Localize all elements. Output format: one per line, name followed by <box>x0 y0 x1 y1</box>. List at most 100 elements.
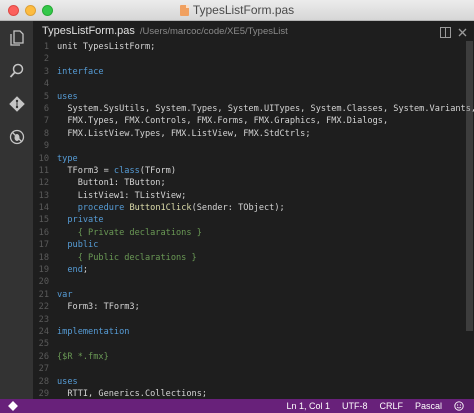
code-line[interactable]: 3 interface <box>33 66 474 78</box>
explorer-button[interactable] <box>0 21 33 54</box>
line-number: 11 <box>38 165 49 176</box>
activity-bar <box>0 21 33 399</box>
line-text: interface <box>57 66 104 78</box>
code-line[interactable]: 27 <box>33 363 474 375</box>
code-token: var <box>57 289 73 300</box>
window-title: TypesListForm.pas <box>192 3 295 17</box>
code-token: { Private declarations } <box>57 227 202 238</box>
code-token: FMX.Types, FMX.Controls, FMX.Forms, FMX.… <box>57 116 389 127</box>
code-line[interactable]: 5 uses <box>33 91 474 103</box>
editor-file-path: /Users/marcoc/code/XE5/TypesList <box>139 25 288 37</box>
code-line[interactable]: 23 <box>33 314 474 326</box>
code-line[interactable]: 20 <box>33 276 474 288</box>
line-number: 27 <box>38 364 49 375</box>
line-number: 13 <box>38 190 49 201</box>
line-ending[interactable]: CRLF <box>379 401 403 411</box>
code-line[interactable]: 16 { Private declarations } <box>33 227 474 239</box>
scrollbar-thumb[interactable] <box>466 41 473 331</box>
cursor-position[interactable]: Ln 1, Col 1 <box>286 401 330 411</box>
code-line[interactable]: 8 FMX.ListView.Types, FMX.ListView, FMX.… <box>33 128 474 140</box>
code-line[interactable]: 9 <box>33 140 474 152</box>
line-text: {$R *.fmx} <box>57 351 109 363</box>
code-line[interactable]: 19 end; <box>33 264 474 276</box>
editor-scrollbar[interactable] <box>465 41 474 399</box>
split-editor-icon[interactable] <box>440 25 451 38</box>
line-number: 10 <box>38 153 49 164</box>
code-line[interactable]: 21 var <box>33 289 474 301</box>
code-line[interactable]: 28 uses <box>33 376 474 388</box>
search-button[interactable] <box>0 54 33 87</box>
line-number: 29 <box>38 388 49 399</box>
code-line[interactable]: 29 RTTI, Generics.Collections; <box>33 388 474 399</box>
code-line[interactable]: 2 <box>33 53 474 65</box>
line-number: 25 <box>38 339 49 350</box>
line-text: RTTI, Generics.Collections; <box>57 388 207 399</box>
close-window-button[interactable] <box>8 5 19 16</box>
code-line[interactable]: 6 System.SysUtils, System.Types, System.… <box>33 103 474 115</box>
line-text: Button1: TButton; <box>57 177 166 189</box>
code-line[interactable]: 24 implementation <box>33 326 474 338</box>
status-bar: Ln 1, Col 1 UTF-8 CRLF Pascal <box>0 399 474 413</box>
code-line[interactable]: 26 {$R *.fmx} <box>33 351 474 363</box>
files-icon <box>9 29 24 46</box>
debug-button[interactable] <box>0 120 33 153</box>
code-token: Button1Click <box>129 203 192 214</box>
line-text: FMX.ListView.Types, FMX.ListView, FMX.St… <box>57 128 311 140</box>
code-token: FMX.ListView.Types, FMX.ListView, FMX.St… <box>57 128 311 139</box>
editor-pane: TypesListForm.pas /Users/marcoc/code/XE5… <box>33 21 474 399</box>
file-encoding[interactable]: UTF-8 <box>342 401 368 411</box>
line-text: unit TypesListForm; <box>57 41 155 53</box>
close-editor-icon[interactable] <box>457 25 468 37</box>
line-number: 12 <box>38 178 49 189</box>
code-line[interactable]: 12 Button1: TButton; <box>33 177 474 189</box>
code-token: public <box>67 240 99 251</box>
minimize-window-button[interactable] <box>25 5 36 16</box>
code-token: { Public declarations } <box>57 252 197 263</box>
code-line[interactable]: 11 TForm3 = class(TForm) <box>33 165 474 177</box>
line-text: ListView1: TListView; <box>57 190 187 202</box>
line-number: 17 <box>38 240 49 251</box>
line-text: Form3: TForm3; <box>57 301 139 313</box>
line-number: 16 <box>38 227 49 238</box>
code-token: unit TypesListForm; <box>57 42 156 52</box>
code-line[interactable]: 7 FMX.Types, FMX.Controls, FMX.Forms, FM… <box>33 115 474 127</box>
line-text: private <box>57 214 103 226</box>
code-token: interface <box>57 66 104 77</box>
code-editor[interactable]: 1 unit TypesListForm; 2 3 interface 4 5 uses 6 S… <box>33 41 474 399</box>
line-number: 22 <box>38 302 49 313</box>
feedback-smiley-icon[interactable] <box>454 401 464 411</box>
line-text: uses <box>57 91 78 103</box>
code-token: (TForm) <box>139 165 177 176</box>
line-number: 26 <box>38 351 49 362</box>
line-text: TForm3 = class(TForm) <box>57 165 176 177</box>
editor-file-name[interactable]: TypesListForm.pas <box>42 25 135 37</box>
code-line[interactable]: 17 public <box>33 239 474 251</box>
window-title-group: TypesListForm.pas <box>179 3 295 17</box>
code-line[interactable]: 18 { Public declarations } <box>33 252 474 264</box>
code-line[interactable]: 13 ListView1: TListView; <box>33 190 474 202</box>
code-token: {$R *.fmx} <box>57 351 109 362</box>
line-text: public <box>57 239 98 251</box>
code-token: implementation <box>57 326 130 337</box>
line-text: var <box>57 289 73 301</box>
code-line[interactable]: 14 procedure Button1Click(Sender: TObjec… <box>33 202 474 214</box>
code-token: RTTI, Generics.Collections; <box>57 388 208 399</box>
editor-header: TypesListForm.pas /Users/marcoc/code/XE5… <box>33 21 474 41</box>
maximize-window-button[interactable] <box>42 5 53 16</box>
code-line[interactable]: 22 Form3: TForm3; <box>33 301 474 313</box>
code-line[interactable]: 10 type <box>33 153 474 165</box>
editor-actions <box>440 25 468 38</box>
code-line[interactable]: 4 <box>33 78 474 90</box>
code-token: System.SysUtils, System.Types, System.UI… <box>57 103 474 114</box>
code-token: TForm3 = <box>57 165 114 176</box>
code-line[interactable]: 25 <box>33 338 474 350</box>
git-branch-icon[interactable] <box>8 401 18 411</box>
git-button[interactable] <box>0 87 33 120</box>
line-number: 14 <box>38 203 49 214</box>
language-mode[interactable]: Pascal <box>415 401 442 411</box>
code-line[interactable]: 15 private <box>33 214 474 226</box>
code-token: type <box>57 153 78 164</box>
code-line[interactable]: 1 unit TypesListForm; <box>33 41 474 53</box>
